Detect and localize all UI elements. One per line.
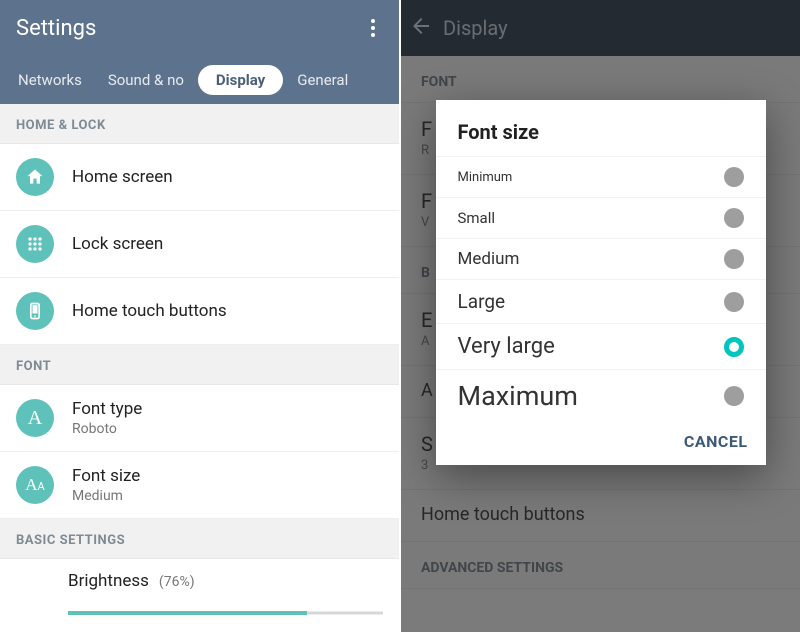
tabs: Networks Sound & no Display General: [0, 56, 399, 104]
item-label: Font size: [72, 466, 140, 486]
option-label: Small: [458, 209, 496, 227]
item-label: Font type: [72, 399, 142, 419]
brightness-slider[interactable]: [68, 601, 383, 625]
display-pane: Display FONT F R F V B E A A S 3 Home to…: [401, 0, 800, 632]
radio-selected-icon: [724, 337, 744, 357]
tab-display[interactable]: Display: [198, 65, 283, 95]
option-label: Medium: [458, 249, 520, 269]
option-label: Maximum: [458, 380, 578, 412]
item-value: Roboto: [72, 421, 142, 437]
home-icon: [16, 158, 54, 196]
item-value: Medium: [72, 488, 140, 504]
option-small[interactable]: Small: [436, 197, 766, 238]
tab-general[interactable]: General: [285, 63, 360, 97]
radio-icon: [724, 208, 744, 228]
cancel-button[interactable]: CANCEL: [684, 432, 748, 451]
option-very-large[interactable]: Very large: [436, 323, 766, 369]
item-home-touch-buttons[interactable]: Home touch buttons: [0, 278, 399, 345]
font-type-icon: A: [16, 399, 54, 437]
settings-header: Settings Networks Sound & no Display Gen…: [0, 0, 399, 104]
option-maximum[interactable]: Maximum: [436, 369, 766, 422]
page-title: Settings: [16, 16, 96, 41]
tab-sound[interactable]: Sound & no: [96, 63, 196, 97]
item-label: Home touch buttons: [72, 301, 227, 321]
option-label: Large: [458, 290, 506, 313]
section-basic: BASIC SETTINGS: [0, 519, 399, 559]
lock-grid-icon: [16, 225, 54, 263]
brightness-label: Brightness: [68, 571, 149, 591]
item-font-type[interactable]: A Font type Roboto: [0, 385, 399, 452]
option-minimum[interactable]: Minimum: [436, 156, 766, 197]
radio-icon: [724, 167, 744, 187]
option-medium[interactable]: Medium: [436, 238, 766, 279]
dialog-scrim[interactable]: Font size Minimum Small Medium Large Ver…: [401, 0, 800, 632]
settings-pane: Settings Networks Sound & no Display Gen…: [0, 0, 399, 632]
section-home-lock: HOME & LOCK: [0, 104, 399, 144]
option-large[interactable]: Large: [436, 279, 766, 323]
tab-networks[interactable]: Networks: [6, 63, 94, 97]
radio-icon: [724, 292, 744, 312]
option-label: Minimum: [458, 170, 513, 185]
item-lock-screen[interactable]: Lock screen: [0, 211, 399, 278]
brightness-row: Brightness (76%): [0, 559, 399, 625]
more-vert-icon[interactable]: [359, 14, 387, 42]
radio-icon: [724, 386, 744, 406]
item-label: Home screen: [72, 167, 173, 187]
dialog-title: Font size: [436, 100, 766, 156]
section-font: FONT: [0, 345, 399, 385]
option-label: Very large: [458, 334, 555, 359]
brightness-percent: (76%): [159, 574, 195, 590]
item-label: Lock screen: [72, 234, 163, 254]
item-home-screen[interactable]: Home screen: [0, 144, 399, 211]
radio-icon: [724, 249, 744, 269]
phone-icon: [16, 292, 54, 330]
font-size-icon: AA: [16, 466, 54, 504]
item-font-size[interactable]: AA Font size Medium: [0, 452, 399, 519]
font-size-dialog: Font size Minimum Small Medium Large Ver…: [436, 100, 766, 465]
